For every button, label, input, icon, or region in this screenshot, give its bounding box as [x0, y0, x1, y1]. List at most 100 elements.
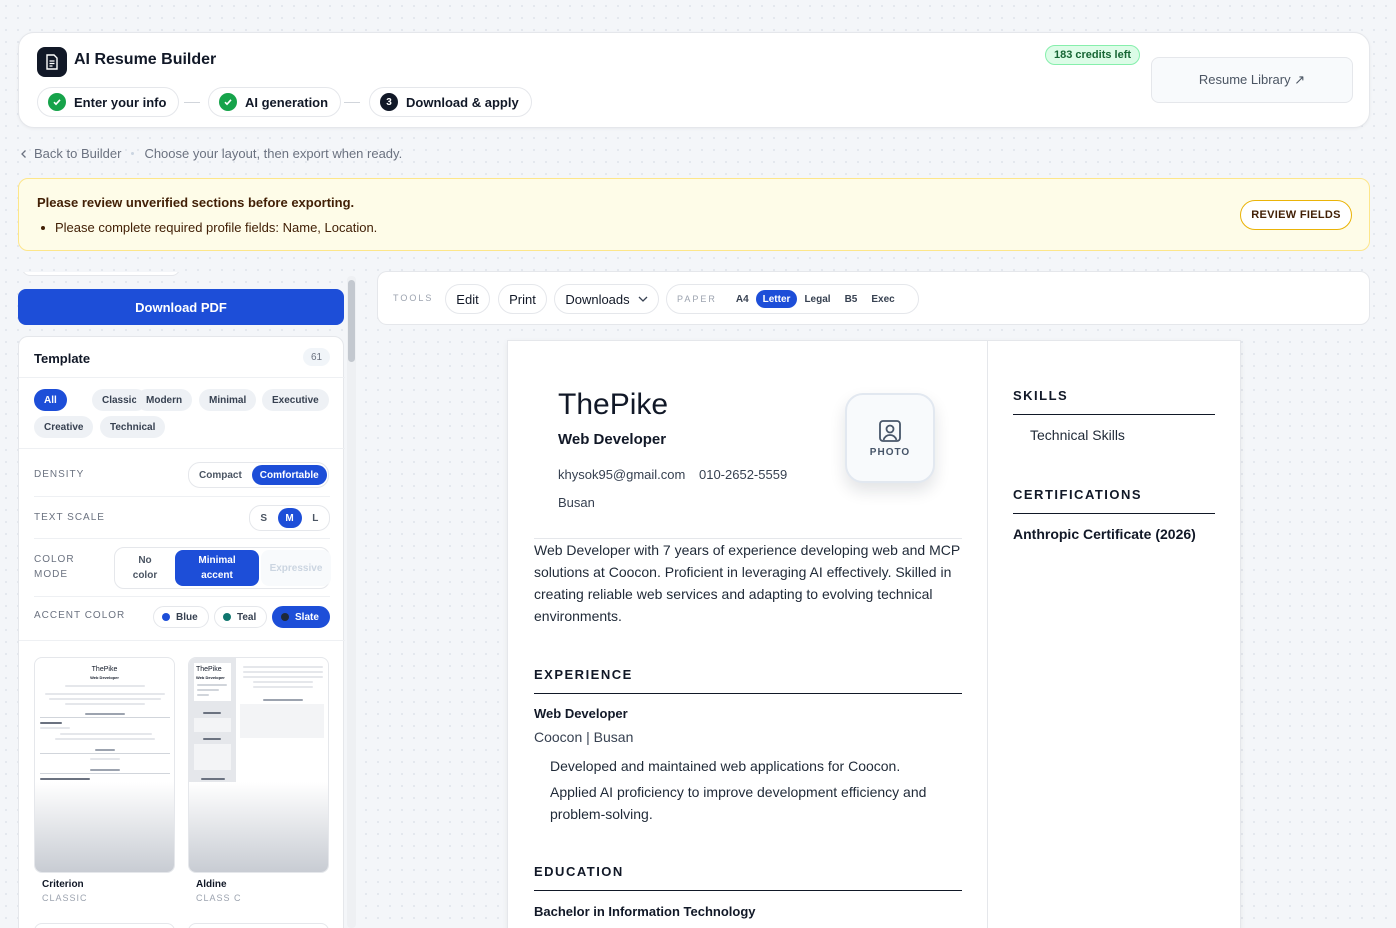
resume-location: Busan — [558, 495, 595, 510]
color-dot-icon — [223, 613, 231, 621]
resume-preview: ThePike Web Developer khysok95@gmail.com… — [507, 340, 1241, 928]
skills-item: Technical Skills — [1030, 427, 1125, 443]
accent-label: Teal — [237, 611, 257, 623]
step-enter-info[interactable]: Enter your info — [37, 87, 180, 117]
density-comfortable[interactable]: Comfortable — [251, 465, 327, 485]
template-thumb-aldine[interactable]: ThePike Web Developer — [188, 657, 329, 873]
step-ai-generation[interactable]: AI generation — [208, 87, 342, 117]
divider — [19, 377, 345, 378]
job-bullet: Applied AI proficiency to improve develo… — [550, 784, 927, 822]
filter-modern[interactable]: Modern — [136, 389, 193, 411]
template-class: CLASS C — [196, 893, 242, 903]
template-thumb-criterion[interactable]: ThePike Web Developer — [34, 657, 175, 873]
step-label: AI generation — [245, 94, 329, 110]
warning-banner: Please review unverified sections before… — [18, 178, 1370, 251]
resume-email: khysok95@gmail.com — [558, 467, 686, 482]
thumb-name: ThePike — [91, 666, 118, 673]
divider — [19, 448, 345, 449]
check-icon — [48, 93, 66, 111]
breadcrumb: Back to Builder Choose your layout, then… — [20, 146, 402, 161]
paper-exec[interactable]: Exec — [864, 290, 901, 308]
filter-minimal[interactable]: Minimal — [199, 389, 257, 411]
divider — [34, 538, 330, 539]
color-mode-expressive[interactable]: Expressive — [261, 550, 331, 586]
accent-color-label: ACCENT COLOR — [34, 610, 126, 621]
template-thumb-next[interactable] — [188, 923, 329, 928]
job-title: Web Developer — [534, 706, 628, 721]
text-scale-m[interactable]: M — [277, 508, 302, 528]
tools-label: TOOLS — [393, 293, 434, 303]
step-separator — [344, 102, 360, 103]
downloads-dropdown[interactable]: Downloads — [554, 284, 659, 314]
paper-letter[interactable]: Letter — [755, 290, 798, 308]
color-mode-minimal-accent[interactable]: Minimal accent — [175, 550, 259, 586]
chevron-down-icon — [638, 296, 648, 302]
section-rule — [1013, 414, 1215, 415]
edit-button[interactable]: Edit — [445, 284, 490, 314]
thumb-name: ThePike — [196, 666, 222, 673]
step-number: 3 — [380, 93, 398, 111]
review-fields-button[interactable]: REVIEW FIELDS — [1240, 200, 1352, 230]
paper-a4[interactable]: A4 — [729, 290, 756, 308]
thumb-role: Web Developer — [196, 675, 225, 680]
sidebar-scrollbar[interactable] — [347, 276, 356, 928]
divider — [34, 596, 330, 597]
column-divider — [987, 341, 988, 928]
section-rule — [534, 693, 962, 694]
print-button[interactable]: Print — [498, 284, 547, 314]
chevron-left-icon — [21, 149, 26, 158]
density-toggle: Compact Comfortable — [188, 462, 329, 488]
resume-name: ThePike — [558, 388, 669, 421]
template-name: Criterion — [42, 879, 84, 890]
resume-library-button[interactable]: Resume Library ↗ — [1151, 57, 1353, 103]
accent-blue[interactable]: Blue — [153, 606, 209, 628]
step-label: Download & apply — [406, 94, 519, 110]
paper-legal[interactable]: Legal — [797, 290, 837, 308]
thumb-role: Web Developer — [90, 675, 119, 680]
density-compact[interactable]: Compact — [191, 465, 250, 485]
filter-creative[interactable]: Creative — [34, 416, 94, 438]
tools-bar: TOOLS Edit Print Downloads PAPER A4 Lett… — [377, 271, 1370, 325]
document-icon — [37, 47, 67, 77]
check-icon — [219, 93, 237, 111]
filter-technical[interactable]: Technical — [100, 416, 166, 438]
filter-executive[interactable]: Executive — [262, 389, 329, 411]
step-label: Enter your info — [74, 94, 167, 110]
color-dot-icon — [281, 613, 289, 621]
separator-dot — [131, 152, 135, 155]
scrollbar-thumb[interactable] — [348, 280, 355, 362]
color-mode-toggle: No color Minimal accent Expressive — [114, 547, 331, 589]
template-panel: Template 61 All Classic Modern Minimal E… — [18, 336, 345, 928]
text-scale-l[interactable]: L — [304, 508, 328, 528]
photo-placeholder[interactable]: PHOTO — [845, 393, 935, 483]
template-thumb-next[interactable] — [34, 923, 175, 928]
step-separator — [184, 102, 200, 103]
resume-phone: 010-2652-5559 — [698, 467, 788, 482]
accent-teal[interactable]: Teal — [214, 606, 268, 628]
certification-item: Anthropic Certificate (2026) — [1013, 526, 1196, 542]
accent-label: Blue — [176, 611, 198, 623]
sidebar: Download PDF Template 61 All Classic Mod… — [18, 272, 345, 928]
accent-slate[interactable]: Slate — [272, 606, 330, 628]
resume-contact: khysok95@gmail.com 010-2652-5559 — [558, 467, 787, 482]
portrait-icon — [879, 419, 901, 442]
paper-label: PAPER — [677, 294, 717, 304]
section-rule — [534, 890, 962, 891]
filter-all[interactable]: All — [34, 389, 67, 411]
divider — [34, 496, 330, 497]
skills-heading: SKILLS — [1013, 388, 1069, 403]
text-scale-s[interactable]: S — [252, 508, 276, 528]
template-class: CLASSIC — [42, 893, 88, 903]
density-label: DENSITY — [34, 469, 85, 480]
back-to-builder-link[interactable]: Back to Builder — [34, 146, 121, 161]
step-download-apply[interactable]: 3 Download & apply — [369, 87, 532, 117]
download-pdf-button[interactable]: Download PDF — [18, 289, 344, 325]
degree-title: Bachelor in Information Technology — [534, 904, 756, 919]
color-dot-icon — [162, 613, 170, 621]
color-mode-no-color[interactable]: No color — [117, 550, 173, 586]
accent-label: Slate — [295, 611, 319, 623]
breadcrumb-hint: Choose your layout, then export when rea… — [144, 146, 403, 161]
template-title: Template — [34, 351, 91, 366]
paper-b5[interactable]: B5 — [838, 290, 865, 308]
text-scale-label: TEXT SCALE — [34, 512, 105, 523]
